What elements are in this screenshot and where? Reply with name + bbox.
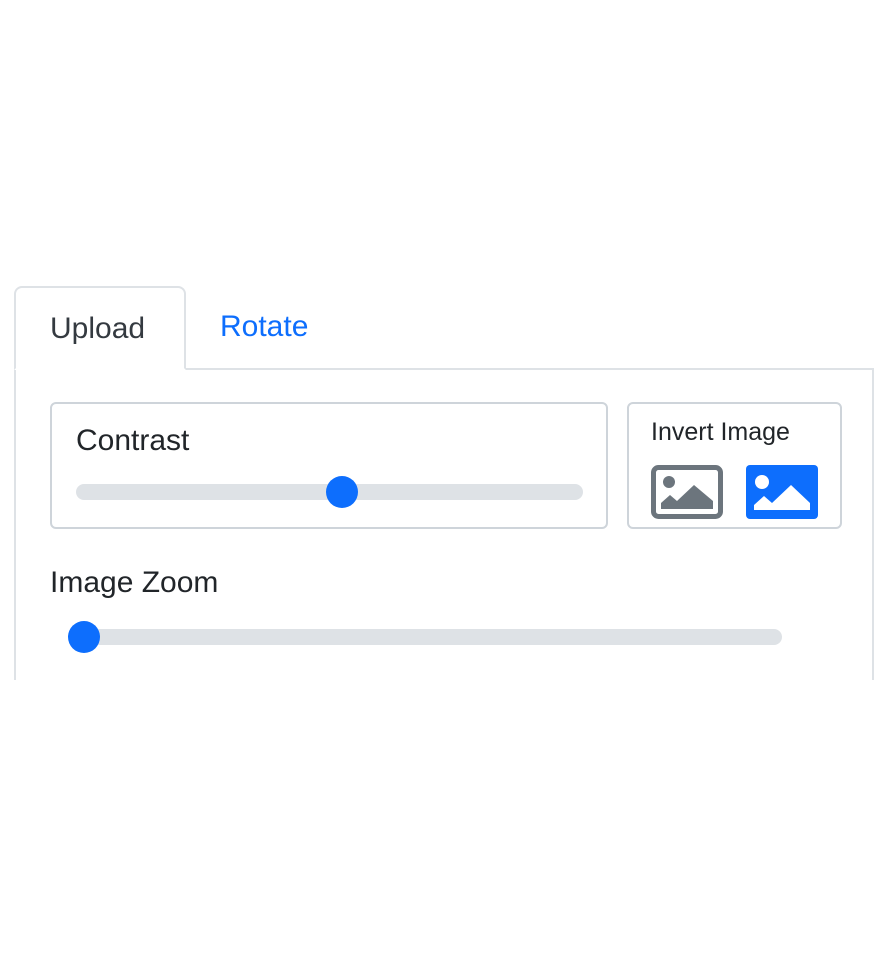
invert-image-card: Invert Image xyxy=(627,402,842,529)
image-outline-icon xyxy=(651,465,723,519)
tab-rotate[interactable]: Rotate xyxy=(186,286,342,368)
invert-off-button[interactable] xyxy=(651,465,723,519)
tab-upload[interactable]: Upload xyxy=(14,286,186,370)
image-zoom-slider[interactable] xyxy=(68,621,782,653)
contrast-slider[interactable] xyxy=(76,476,583,508)
image-filled-icon xyxy=(746,465,818,519)
contrast-card: Contrast xyxy=(50,402,608,529)
tab-panel-upload: Contrast Invert Image Image Zoom xyxy=(14,370,874,680)
contrast-label: Contrast xyxy=(76,424,190,457)
invert-on-button[interactable] xyxy=(746,465,818,519)
tab-bar: Upload Rotate xyxy=(14,286,874,370)
invert-image-label: Invert Image xyxy=(651,418,790,446)
image-zoom-label: Image Zoom xyxy=(50,566,219,599)
image-zoom-slider-thumb[interactable] xyxy=(68,621,100,653)
contrast-slider-thumb[interactable] xyxy=(326,476,359,508)
